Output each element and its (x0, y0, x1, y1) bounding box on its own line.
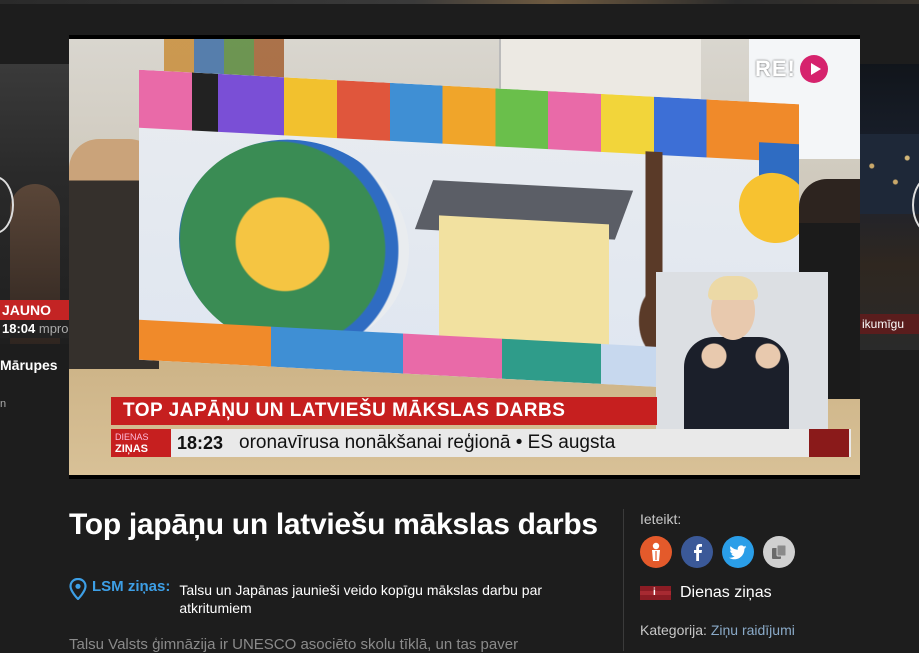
thumbnail-banner: ikumīgu (860, 314, 919, 334)
share-facebook-button[interactable] (681, 536, 713, 568)
draugiem-icon (652, 542, 660, 561)
news-ticker: DIENAS ZIŅAS 18:23 oronavīrusa nonākšana… (111, 429, 851, 457)
location-pin-icon (69, 578, 87, 600)
share-twitter-button[interactable] (722, 536, 754, 568)
show-badge-top: DIENAS (115, 432, 149, 442)
source-link[interactable]: LSM ziņas: (92, 578, 170, 595)
thumbnail-banner: JAUNO (0, 300, 69, 320)
carousel-prev-subtitle: n (0, 398, 7, 410)
thumbnail-timebar: 18:04 mpro (0, 320, 69, 338)
article-source: LSM ziņas: Talsu un Japānas jaunieši vei… (69, 578, 571, 617)
carousel-next-thumbnail[interactable]: ikumīgu (860, 64, 919, 350)
video-frame: RE! TOP JAPĀŅU UN LATVIEŠU MĀKSLAS DARBS… (69, 39, 860, 475)
share-label: Ieteikt: (640, 511, 682, 527)
interpreter-hands (696, 342, 786, 370)
video-player[interactable]: RE! TOP JAPĀŅU UN LATVIEŠU MĀKSLAS DARBS… (69, 35, 860, 479)
show-badge: DIENAS ZIŅAS (111, 429, 171, 457)
thumbnail-city-lights (860, 134, 919, 214)
share-draugiem-button[interactable] (640, 536, 672, 568)
ticker-clock: 18:23 (177, 433, 224, 453)
category-label: Kategorija: (640, 622, 707, 638)
channel-logo-text: RE! (755, 56, 796, 81)
article-body-preview: Talsu Valsts ģimnāzija ir UNESCO asociēt… (69, 636, 519, 653)
thumbnail-ticker: mpro (38, 321, 69, 336)
channel-logo: RE! (755, 54, 828, 84)
carousel-prev-title[interactable]: Mārupes (0, 357, 58, 373)
sidebar-divider (623, 509, 624, 651)
article-title: Top japāņu un latviešu mākslas darbs (69, 508, 598, 541)
show-link[interactable]: i Dienas ziņas (640, 584, 772, 602)
show-flag-mark: i (653, 587, 656, 598)
category-link[interactable]: Ziņu raidījumi (711, 622, 795, 638)
top-image-strip (0, 0, 919, 4)
thumbnail-time: 18:04 (2, 321, 36, 336)
lower-third-title: TOP JAPĀŅU UN LATVIEŠU MĀKSLAS DARBS (111, 397, 657, 425)
article-summary: Talsu un Japānas jaunieši veido kopīgu m… (179, 582, 543, 616)
show-name[interactable]: Dienas ziņas (680, 584, 772, 602)
ticker-text: oronavīrusa nonākšanai reģionā • ES augs… (239, 432, 616, 453)
ticker-mini-logo (809, 429, 849, 457)
copy-icon (772, 544, 787, 559)
show-badge-bottom: ZIŅAS (115, 443, 148, 455)
category: Kategorija: Ziņu raidījumi (640, 622, 795, 638)
artwork-circle (179, 133, 409, 356)
twitter-icon (729, 544, 747, 559)
artwork-sun (739, 171, 799, 245)
play-icon (799, 55, 828, 83)
share-copy-button[interactable] (763, 536, 795, 568)
facebook-icon (694, 544, 702, 561)
show-flag-icon: i (640, 586, 671, 600)
interpreter-hair (708, 276, 758, 300)
share-buttons (640, 536, 795, 568)
sign-language-interpreter (656, 272, 828, 429)
